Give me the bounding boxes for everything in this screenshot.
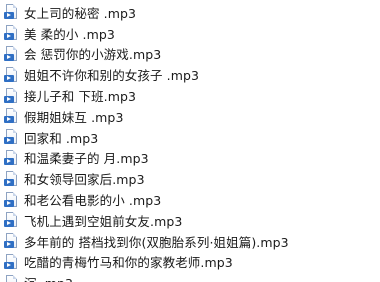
mp3-file-icon <box>4 108 18 124</box>
file-item[interactable]: 吃醋的青梅竹马和你的家教老师.mp3 <box>0 252 380 273</box>
mp3-file-icon <box>4 212 18 228</box>
file-name: 吃醋的青梅竹马和你的家教老师.mp3 <box>24 255 233 271</box>
mp3-file-icon <box>4 25 18 41</box>
mp3-file-icon <box>4 149 18 166</box>
file-item[interactable]: 接儿子和 下班.mp3 <box>0 85 380 106</box>
mp3-file-icon <box>4 253 18 270</box>
file-name: 和温柔妻子的 月.mp3 <box>24 151 149 167</box>
file-item[interactable]: 沉 .mp3 <box>0 272 380 282</box>
file-item[interactable]: 和女领导回家后.mp3 <box>0 168 380 189</box>
file-name: 会 惩罚你的小游戏.mp3 <box>24 47 162 63</box>
mp3-file-icon <box>4 129 18 145</box>
file-name: 女上司的秘密 .mp3 <box>24 5 137 21</box>
mp3-file-icon <box>4 45 18 62</box>
file-item[interactable]: 女上司的秘密 .mp3 <box>0 2 380 23</box>
file-name: 姐姐不许你和别的女孩子 .mp3 <box>24 68 200 84</box>
file-item[interactable]: 飞机上遇到空姐前女友.mp3 <box>0 210 380 231</box>
file-name: 飞机上遇到空姐前女友.mp3 <box>24 213 183 229</box>
file-name: 假期姐妹互 .mp3 <box>24 109 124 125</box>
file-name: 和女领导回家后.mp3 <box>24 172 145 188</box>
mp3-file-icon <box>4 66 18 83</box>
file-item[interactable]: 姐姐不许你和别的女孩子 .mp3 <box>0 64 380 85</box>
file-list: 女上司的秘密 .mp3 美 柔的小 .mp3 会 惩罚你的小游戏.mp3 姐姐不… <box>0 0 380 282</box>
file-item[interactable]: 假期姐妹互 .mp3 <box>0 106 380 127</box>
file-item[interactable]: 和温柔妻子的 月.mp3 <box>0 148 380 169</box>
mp3-file-icon <box>4 87 18 104</box>
mp3-file-icon <box>4 274 18 282</box>
file-item[interactable]: 美 柔的小 .mp3 <box>0 23 380 44</box>
file-item[interactable]: 多年前的 搭档找到你(双胞胎系列·姐姐篇).mp3 <box>0 231 380 252</box>
file-item[interactable]: 会 惩罚你的小游戏.mp3 <box>0 44 380 65</box>
file-name: 沉 .mp3 <box>24 273 73 282</box>
mp3-file-icon <box>4 170 18 187</box>
file-name: 接儿子和 下班.mp3 <box>24 89 137 105</box>
file-item[interactable]: 回家和 .mp3 <box>0 127 380 148</box>
mp3-file-icon <box>4 4 18 20</box>
file-name: 多年前的 搭档找到你(双胞胎系列·姐姐篇).mp3 <box>24 234 289 250</box>
file-name: 美 柔的小 .mp3 <box>24 26 115 42</box>
mp3-file-icon <box>4 191 18 208</box>
file-item[interactable]: 和老公看电影的小 .mp3 <box>0 189 380 210</box>
file-name: 和老公看电影的小 .mp3 <box>24 193 162 209</box>
mp3-file-icon <box>4 233 18 249</box>
file-name: 回家和 .mp3 <box>24 130 99 146</box>
